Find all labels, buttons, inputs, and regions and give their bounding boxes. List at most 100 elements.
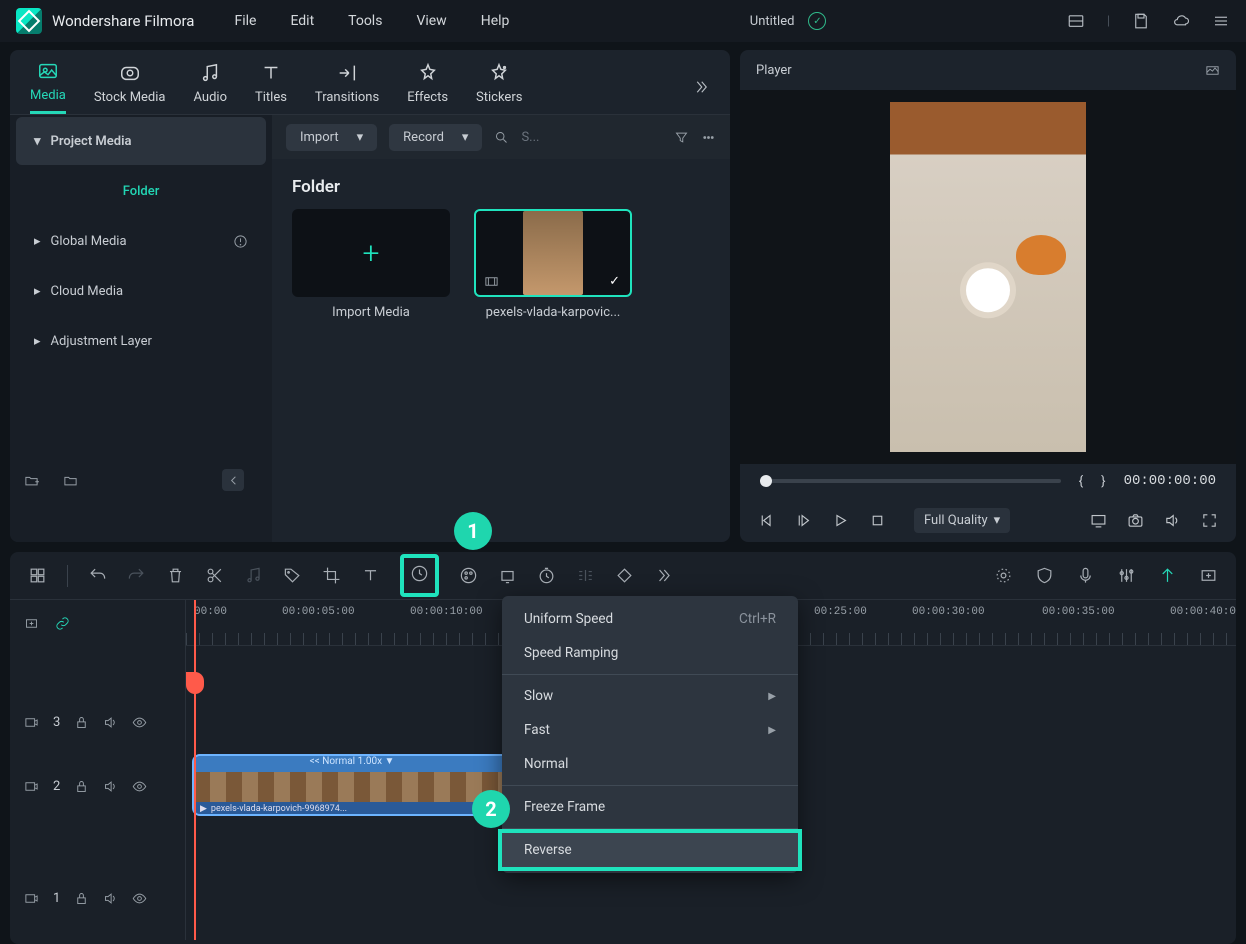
mic-icon[interactable] [1076,566,1095,585]
snapshot-icon[interactable] [1127,512,1144,529]
ctx-freeze-frame[interactable]: Freeze Frame [502,790,798,824]
out-bracket[interactable]: } [1101,474,1105,489]
mute-icon[interactable] [103,891,118,906]
grid-icon[interactable] [28,566,47,585]
ctx-uniform-speed[interactable]: Uniform SpeedCtrl+R [502,602,798,636]
record-dropdown[interactable]: Record▾ [389,124,482,151]
clip-filename: pexels-vlada-karpovich-9968974... [211,804,347,814]
menu-edit[interactable]: Edit [290,13,314,29]
more-icon[interactable] [701,130,716,145]
display-icon[interactable] [1090,512,1107,529]
delete-icon[interactable] [166,566,185,585]
transform-icon[interactable] [498,566,517,585]
ctx-fast[interactable]: Fast▶ [502,713,798,747]
expand-tabs-icon[interactable] [692,78,710,96]
mixer-icon[interactable] [1117,566,1136,585]
menu-view[interactable]: View [416,13,446,29]
in-bracket[interactable]: { [1079,474,1083,489]
stop-icon[interactable] [869,512,886,529]
ctx-speed-ramping[interactable]: Speed Ramping [502,636,798,670]
media-clip-tile[interactable]: ✓ pexels-vlada-karpovic... [474,209,632,320]
sidebar-folder[interactable]: Folder [16,167,266,215]
import-dropdown[interactable]: Import▾ [286,124,377,151]
eye-icon[interactable] [132,779,147,794]
import-media-tile[interactable]: + Import Media [292,209,450,320]
render-icon[interactable] [994,566,1013,585]
marker-accent-icon[interactable] [1158,566,1177,585]
tab-stock-media[interactable]: Stock Media [94,62,166,113]
preview-viewport[interactable] [740,90,1236,464]
eye-icon[interactable] [132,891,147,906]
sidebar-project-media[interactable]: ▾Project Media [16,117,266,165]
track-1-header[interactable]: 1 [10,870,185,926]
folder-icon[interactable] [63,473,78,488]
new-folder-icon[interactable] [24,473,39,488]
add-track-icon[interactable] [24,616,39,631]
tab-stickers[interactable]: Stickers [476,62,522,113]
menu-tools[interactable]: Tools [348,13,382,29]
speed-icon[interactable] [410,564,429,583]
redo-icon[interactable] [127,566,146,585]
track-2-header[interactable]: 2 [10,750,185,822]
add-marker-icon[interactable] [1199,566,1218,585]
tab-audio[interactable]: Audio [194,62,227,113]
tab-effects[interactable]: Effects [407,62,448,113]
clip-speed-label[interactable]: << Normal 1.00x ▼ [194,756,510,772]
track-icon[interactable] [576,566,595,585]
tab-titles[interactable]: Titles [255,62,287,113]
volume-icon[interactable] [1164,512,1181,529]
track-3-header[interactable]: 3 [10,694,185,750]
sidebar-global-media[interactable]: ▸Global Media [16,217,266,265]
lock-icon[interactable] [74,779,89,794]
hamburger-icon[interactable] [1212,12,1230,30]
collapse-sidebar-icon[interactable] [222,469,244,491]
mute-icon[interactable] [103,715,118,730]
playhead[interactable] [194,600,196,940]
lock-icon[interactable] [74,891,89,906]
undo-icon[interactable] [88,566,107,585]
play-icon[interactable] [832,512,849,529]
prev-frame-icon[interactable] [758,512,775,529]
used-check-icon: ✓ [609,274,620,289]
lock-icon[interactable] [74,715,89,730]
keyframe-icon[interactable] [615,566,634,585]
crop-icon[interactable] [322,566,341,585]
preview-frame [890,102,1086,452]
scrub-bar[interactable] [760,479,1061,483]
color-icon[interactable] [459,566,478,585]
layout-icon[interactable] [1067,12,1085,30]
video-clip[interactable]: << Normal 1.00x ▼ ▶pexels-vlada-karpovic… [192,754,512,816]
timer-icon[interactable] [537,566,556,585]
eye-icon[interactable] [132,715,147,730]
scrub-handle[interactable] [760,475,772,487]
tab-media[interactable]: Media [30,60,66,114]
music-icon[interactable] [244,566,263,585]
tag-icon[interactable] [283,566,302,585]
more-tools-icon[interactable] [654,566,673,585]
scope-icon[interactable] [1205,63,1220,78]
mute-icon[interactable] [103,779,118,794]
plus-icon: + [363,236,380,271]
search-input[interactable]: S... [521,130,539,145]
sidebar-adjustment-layer[interactable]: ▸Adjustment Layer [16,317,266,365]
text-icon[interactable] [361,566,380,585]
ctx-reverse[interactable]: Reverse [502,833,798,867]
split-icon[interactable] [205,566,224,585]
track-1-lane[interactable] [186,870,1236,926]
save-icon[interactable] [1132,12,1150,30]
ctx-slow[interactable]: Slow▶ [502,679,798,713]
tab-transitions[interactable]: Transitions [315,62,379,113]
ctx-normal[interactable]: Normal [502,747,798,781]
menu-help[interactable]: Help [481,13,510,29]
filter-icon[interactable] [674,130,689,145]
search-icon[interactable] [494,130,509,145]
fullscreen-icon[interactable] [1201,512,1218,529]
link-icon[interactable] [55,616,70,631]
main-menu: File Edit Tools View Help [234,13,509,29]
shield-icon[interactable] [1035,566,1054,585]
sidebar-cloud-media[interactable]: ▸Cloud Media [16,267,266,315]
quality-dropdown[interactable]: Full Quality▾ [914,508,1010,533]
menu-file[interactable]: File [234,13,256,29]
cloud-icon[interactable] [1172,12,1190,30]
play-back-icon[interactable] [795,512,812,529]
